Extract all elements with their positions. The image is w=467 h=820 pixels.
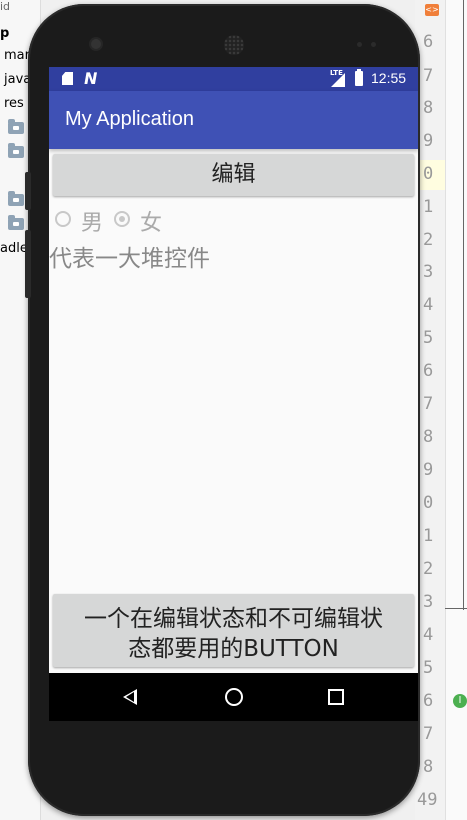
line-number: 2: [423, 230, 434, 250]
tree-item-gradle[interactable]: adle: [0, 241, 28, 256]
front-camera: [91, 39, 101, 49]
tree-project-item[interactable]: p: [0, 26, 9, 41]
line-number: 3: [423, 592, 434, 612]
placeholder-text: 代表一大堆控件: [49, 246, 210, 272]
n-notification-icon: N: [82, 69, 100, 88]
line-number: 6: [423, 32, 434, 52]
proximity-sensor: [371, 42, 376, 47]
proximity-sensor: [357, 42, 362, 47]
volume-button[interactable]: [25, 230, 31, 298]
lte-label: LTE: [330, 69, 343, 77]
xml-tag-icon: <>: [425, 4, 439, 16]
tree-item-res[interactable]: res: [4, 96, 24, 111]
dual-state-button-line2: 态都要用的BUTTON: [128, 635, 339, 662]
status-bar: N LTE 12:55: [49, 67, 418, 91]
line-number: 3: [423, 262, 434, 282]
status-time: 12:55: [371, 70, 407, 86]
ide-editor-gutter-area: <> 6 7 8 9 0 1 2 3 4 5 6 7 8 9 0 1 2 3 4…: [415, 0, 467, 820]
line-number: 1: [423, 526, 434, 546]
editor-divider: [445, 608, 467, 609]
line-number: 8: [423, 757, 434, 777]
recents-icon[interactable]: [328, 689, 344, 705]
line-number: 7: [423, 724, 434, 744]
line-number: 7: [423, 394, 434, 414]
line-number: 9: [423, 131, 434, 151]
dual-state-button[interactable]: 一个在编辑状态和不可编辑状 态都要用的BUTTON: [53, 594, 414, 667]
edit-button[interactable]: 编辑: [53, 154, 414, 196]
sd-card-icon: [62, 72, 73, 85]
line-number: 6: [423, 691, 434, 711]
line-number: 8: [423, 427, 434, 447]
line-number: 1: [423, 197, 434, 217]
line-number: 6: [423, 361, 434, 381]
folder-icon: [8, 119, 24, 134]
back-icon[interactable]: [123, 689, 137, 705]
device-screen: N LTE 12:55 My Application 编辑 男 女 代表一大堆控…: [49, 67, 418, 721]
line-number: 2: [423, 559, 434, 579]
line-number: 4: [423, 625, 434, 645]
radio-female-label[interactable]: 女: [140, 205, 162, 237]
line-number: 7: [423, 66, 434, 86]
power-button[interactable]: [25, 172, 31, 210]
line-number: 0: [423, 164, 434, 184]
implementation-marker-icon[interactable]: I: [453, 694, 467, 708]
folder-icon: [8, 143, 24, 158]
folder-icon: [8, 191, 24, 206]
app-toolbar: My Application: [49, 91, 418, 149]
radio-female[interactable]: [114, 211, 130, 227]
line-number: 9: [423, 460, 434, 480]
app-title: My Application: [65, 108, 194, 130]
line-number: 8: [423, 98, 434, 118]
radio-male[interactable]: [55, 211, 71, 227]
battery-icon: [355, 69, 363, 86]
line-number: 49: [417, 790, 438, 810]
tree-item-manifests[interactable]: mar: [4, 48, 30, 63]
editor-divider: [463, 0, 464, 610]
ide-top-label: id: [0, 0, 11, 13]
radio-male-label[interactable]: 男: [81, 205, 103, 237]
line-number: 4: [423, 295, 434, 315]
line-number: 0: [423, 493, 434, 513]
dual-state-button-line1: 一个在编辑状态和不可编辑状: [84, 605, 383, 632]
navigation-bar: [49, 673, 418, 721]
folder-icon: [8, 215, 24, 230]
line-number: 5: [423, 328, 434, 348]
earpiece-speaker: [224, 35, 244, 55]
line-number: 5: [423, 658, 434, 678]
home-icon[interactable]: [225, 688, 243, 706]
